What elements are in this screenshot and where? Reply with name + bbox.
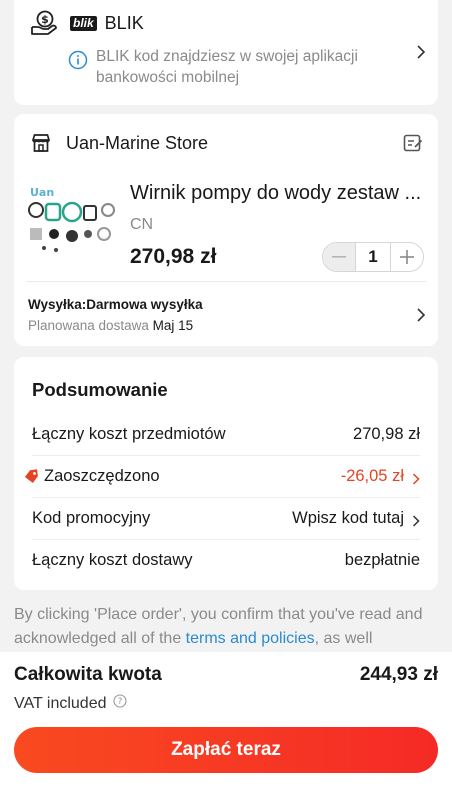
vat-label: VAT included [14, 695, 107, 712]
order-summary-card: Podsumowanie Łączny koszt przedmiotów 27… [14, 357, 438, 590]
savings-label-wrap: Zaoszczędzono [24, 467, 341, 486]
payment-method-card[interactable]: $ blik BLIK BLIK kod znajdziesz w swojej… [14, 0, 438, 105]
shipping-total-value: bezpłatnie [344, 551, 420, 569]
terms-disclaimer: By clicking 'Place order', you confirm t… [14, 603, 444, 651]
delivery-label: Planowana dostawa [28, 318, 149, 333]
quantity-stepper: 1 [322, 242, 424, 272]
savings-value-wrap: -26,05 zł [341, 467, 420, 486]
savings-row[interactable]: Zaoszczędzono -26,05 zł [24, 455, 420, 497]
total-label: Całkowita kwota [14, 664, 162, 685]
promo-code-value-wrap: Wpisz kod tutaj [292, 509, 420, 528]
disclaimer-suffix: , as well [314, 630, 373, 647]
vat-note: VAT included ? [14, 694, 127, 713]
shipping-total-label: Łączny koszt dostawy [32, 551, 193, 569]
terms-link[interactable]: terms and policies [186, 630, 315, 647]
summary-title: Podsumowanie [32, 379, 168, 400]
delivery-date: Maj 15 [152, 318, 194, 333]
blik-logo: blik [70, 15, 97, 31]
quantity-decrease-button[interactable] [323, 243, 355, 271]
savings-label: Zaoszczędzono [44, 467, 160, 485]
shipping-method: Wysyłka:Darmowa wysyłka [28, 297, 203, 312]
items-total-value: 270,98 zł [353, 424, 420, 443]
quantity-value[interactable]: 1 [355, 243, 391, 271]
product-price: 270,98 zł [130, 245, 217, 268]
svg-text:?: ? [117, 697, 122, 707]
payment-info-text: BLIK kod znajdziesz w swojej aplikacji b… [96, 48, 358, 86]
product-title[interactable]: Wirnik pompy do wody zestaw ... [130, 182, 426, 205]
payment-info: BLIK kod znajdziesz w swojej aplikacji b… [68, 46, 388, 88]
pay-now-button[interactable]: Zapłać teraz [14, 727, 438, 773]
savings-value: -26,05 zł [340, 467, 404, 485]
shipping-total-row: Łączny koszt dostawy bezpłatnie [32, 539, 420, 581]
chevron-right-icon[interactable] [416, 307, 426, 323]
chevron-right-icon[interactable] [412, 513, 420, 527]
items-total-row: Łączny koszt przedmiotów 270,98 zł [32, 413, 420, 455]
store-card: Uan-Marine Store Uan Wirnik pompy do wod… [14, 114, 438, 346]
promo-code-placeholder[interactable]: Wpisz kod tutaj [292, 509, 404, 528]
promo-code-row[interactable]: Kod promocyjny Wpisz kod tutaj [32, 497, 420, 539]
chevron-right-icon[interactable] [412, 471, 420, 485]
discount-tag-icon [24, 468, 40, 485]
divider [26, 281, 426, 282]
svg-text:Uan: Uan [30, 186, 54, 199]
store-header: Uan-Marine Store [30, 132, 208, 154]
svg-text:$: $ [41, 13, 49, 26]
chevron-right-icon[interactable] [416, 44, 426, 60]
info-icon [68, 50, 88, 70]
payment-method-title: BLIK [104, 12, 144, 33]
product-thumbnail[interactable]: Uan [26, 182, 118, 258]
quantity-increase-button[interactable] [391, 243, 423, 271]
payment-method-row: $ blik BLIK [30, 10, 144, 36]
promo-code-label: Kod promocyjny [32, 509, 151, 527]
delivery-estimate: Planowana dostawa Maj 15 [28, 318, 193, 333]
store-name[interactable]: Uan-Marine Store [66, 133, 208, 154]
payment-hand-icon: $ [30, 10, 58, 36]
checkout-footer: Całkowita kwota 244,93 zł VAT included ?… [0, 652, 452, 800]
items-total-label: Łączny koszt przedmiotów [32, 424, 226, 443]
store-icon [30, 132, 52, 154]
note-edit-icon[interactable] [402, 132, 424, 154]
product-variant: CN [130, 216, 154, 233]
help-icon[interactable]: ? [112, 694, 127, 708]
total-value: 244,93 zł [359, 664, 438, 685]
